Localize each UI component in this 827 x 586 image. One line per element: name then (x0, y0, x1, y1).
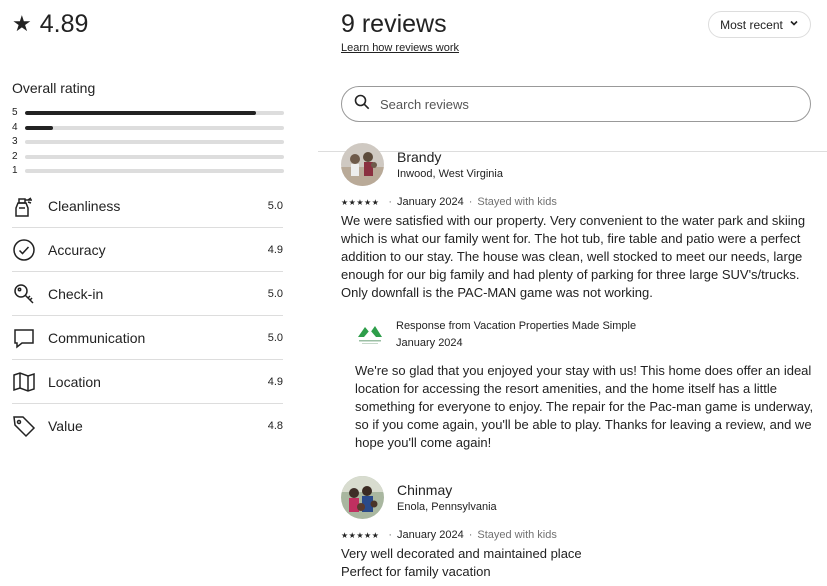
sort-label: Most recent (720, 17, 783, 32)
rating-distribution: 5 4 3 2 1 (12, 106, 284, 179)
host-response-header: Response from Vacation Properties Made S… (355, 318, 815, 349)
rating-bar-label: 5 (12, 107, 18, 119)
stay-type: Stayed with kids (477, 529, 557, 541)
separator-dot: · (388, 196, 393, 208)
rating-bar-track (25, 169, 284, 174)
review-text: We were satisfied with our property. Ver… (341, 213, 806, 300)
review-stars: ★★★★★ (341, 197, 380, 207)
rating-bar-4: 4 (12, 121, 284, 136)
search-icon (354, 94, 370, 115)
category-name: Communication (48, 329, 146, 346)
check-circle-icon (12, 238, 36, 262)
reviewer-name: Brandy (397, 149, 442, 165)
category-row-accuracy: Accuracy 4.9 (12, 228, 283, 272)
reviewer-name: Chinmay (397, 482, 453, 498)
review-text: Very well decorated and maintained place… (341, 545, 811, 581)
review-date: January 2024 (397, 529, 464, 541)
map-icon (12, 370, 36, 394)
category-name: Location (48, 373, 101, 390)
rating-bar-2: 2 (12, 150, 284, 165)
reviewer: Chinmay Enola, Pennsylvania (341, 476, 811, 519)
key-icon (12, 282, 36, 306)
host-response-date: January 2024 (396, 337, 463, 349)
category-name: Cleanliness (48, 197, 121, 214)
separator-dot: · (468, 529, 473, 541)
reviewer-location: Enola, Pennsylvania (397, 501, 497, 513)
search-box[interactable] (341, 86, 811, 122)
rating-bar-track (25, 154, 284, 159)
category-row-value: Value 4.8 (12, 404, 283, 448)
review-stars: ★★★★★ (341, 530, 380, 540)
review-item: Chinmay Enola, Pennsylvania ★★★★★ · Janu… (341, 476, 811, 581)
category-value: 4.8 (267, 420, 283, 432)
rating-summary: ★ 4.89 (12, 10, 88, 38)
rating-bar-label: 3 (12, 136, 18, 148)
learn-how-reviews-work-link[interactable]: Learn how reviews work (341, 42, 459, 54)
rating-bar-label: 1 (12, 165, 18, 177)
category-value: 5.0 (267, 287, 283, 300)
category-value: 5.0 (267, 199, 283, 212)
avatar[interactable] (341, 476, 384, 519)
category-name: Accuracy (48, 241, 106, 258)
host-response: Response from Vacation Properties Made S… (355, 318, 815, 452)
host-response-text: We're so glad that you enjoyed your stay… (355, 363, 814, 450)
rating-bar-fill (25, 125, 54, 130)
category-name: Value (48, 418, 83, 434)
spray-bottle-icon (12, 194, 36, 218)
sort-dropdown[interactable]: Most recent (708, 11, 811, 38)
chat-bubble-icon (12, 326, 36, 350)
category-value: 4.9 (267, 243, 283, 256)
rating-bar-label: 4 (12, 121, 18, 133)
review-meta: ★★★★★ · January 2024 · Stayed with kids (341, 529, 811, 541)
category-row-location: Location 4.9 (12, 360, 283, 404)
rating-bar-label: 2 (12, 150, 18, 162)
rating-bar-track (25, 111, 284, 116)
review-meta: ★★★★★ · January 2024 · Stayed with kids (341, 196, 811, 208)
rating-bar-3: 3 (12, 135, 284, 150)
separator-dot: · (468, 196, 473, 208)
category-row-check-in: Check-in 5.0 (12, 272, 283, 316)
review-date: January 2024 (397, 196, 464, 208)
review-text-line: Perfect for family vacation (341, 564, 491, 579)
reviews-title: 9 reviews (341, 10, 447, 38)
tag-icon (12, 414, 36, 438)
stay-type: Stayed with kids (477, 196, 557, 208)
avatar[interactable] (341, 143, 384, 186)
rating-bar-track (25, 125, 284, 130)
overall-score: 4.89 (39, 10, 89, 38)
overall-rating-label: Overall rating (12, 80, 96, 96)
search-input[interactable] (380, 96, 780, 112)
star-icon: ★ (12, 11, 32, 36)
separator-dot: · (388, 529, 393, 541)
review-text-line: Very well decorated and maintained place (341, 546, 582, 561)
rating-bar-1: 1 (12, 164, 284, 179)
review-item: Brandy Inwood, West Virginia ★★★★★ · Jan… (341, 143, 811, 302)
reviewer-location: Inwood, West Virginia (397, 168, 503, 180)
category-ratings: Cleanliness 5.0 Accuracy 4.9 Check-in 5.… (12, 184, 283, 448)
host-logo (355, 318, 385, 348)
rating-bar-5: 5 (12, 106, 284, 121)
category-value: 5.0 (267, 331, 283, 344)
chevron-down-icon (789, 18, 799, 31)
reviewer: Brandy Inwood, West Virginia (341, 143, 811, 186)
rating-bar-track (25, 140, 284, 145)
category-name: Check-in (48, 285, 104, 302)
rating-bar-fill (25, 111, 256, 116)
category-row-communication: Communication 5.0 (12, 316, 283, 360)
host-response-title: Response from Vacation Properties Made S… (396, 320, 637, 332)
category-value: 4.9 (267, 375, 283, 388)
category-row-cleanliness: Cleanliness 5.0 (12, 184, 283, 228)
